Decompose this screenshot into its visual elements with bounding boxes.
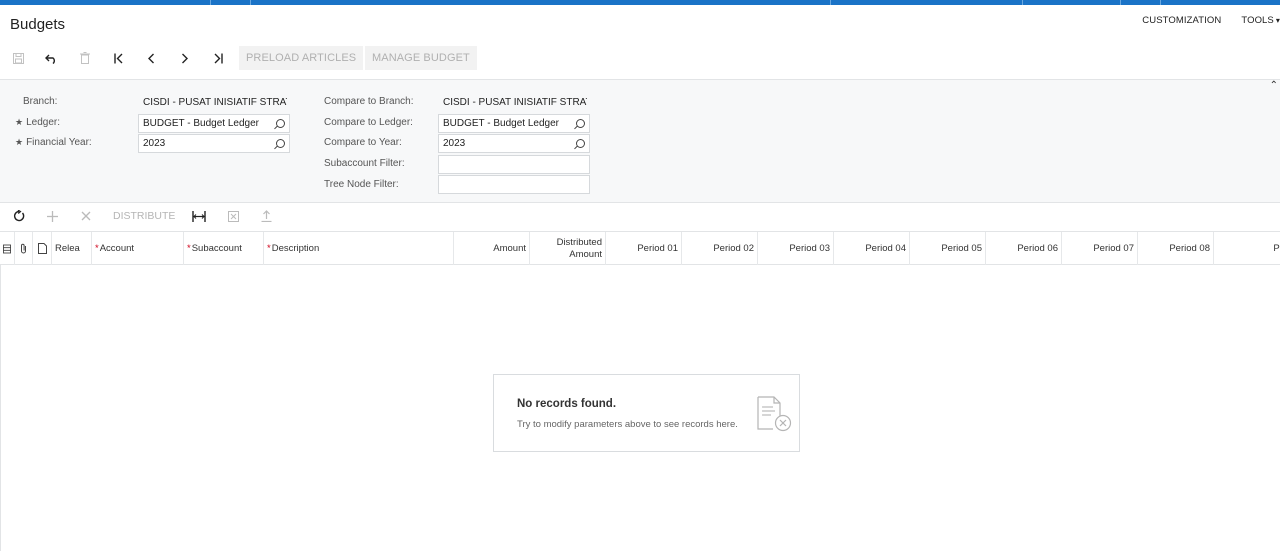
ledger-value: BUDGET - Budget Ledger xyxy=(143,118,259,129)
column-account-label: Account xyxy=(99,243,135,254)
branch-value: CISDI - PUSAT INISIATIF STRATEGIS xyxy=(143,97,287,108)
column-period-02[interactable]: Period 02 xyxy=(682,232,758,265)
main-toolbar: PRELOAD ARTICLES MANAGE BUDGET xyxy=(0,46,1280,70)
column-period-06-label: Period 06 xyxy=(1017,243,1058,254)
search-icon[interactable] xyxy=(576,119,585,128)
fit-columns-icon[interactable] xyxy=(190,205,208,227)
column-released-label: Relea xyxy=(55,243,80,254)
customization-menu[interactable]: CUSTOMIZATION xyxy=(1142,15,1221,26)
previous-record-icon[interactable] xyxy=(140,46,162,70)
column-period-09[interactable]: Period 09 xyxy=(1214,232,1280,265)
compare-ledger-value: BUDGET - Budget Ledger xyxy=(443,118,559,129)
grid-toolbar: DISTRIBUTE xyxy=(0,205,1280,227)
required-marker: ★ xyxy=(15,137,24,147)
column-period-01-label: Period 01 xyxy=(637,243,678,254)
column-description-label: Description xyxy=(271,243,320,254)
subaccount-filter-label: Subaccount Filter: xyxy=(324,158,405,169)
financial-year-label-text: Financial Year: xyxy=(26,137,92,148)
undo-icon[interactable] xyxy=(40,46,62,70)
column-period-03[interactable]: Period 03 xyxy=(758,232,834,265)
summary-form: Branch: CISDI - PUSAT INISIATIF STRATEGI… xyxy=(0,79,1280,203)
column-period-07-label: Period 07 xyxy=(1093,243,1134,254)
empty-document-icon xyxy=(757,396,792,432)
compare-year-field[interactable]: 2023 xyxy=(438,134,590,153)
column-period-08-label: Period 08 xyxy=(1169,243,1210,254)
branch-label: Branch: xyxy=(23,96,58,107)
column-description[interactable]: * Description xyxy=(264,232,454,265)
upload-icon[interactable] xyxy=(257,205,275,227)
column-account[interactable]: * Account xyxy=(92,232,184,265)
column-period-08[interactable]: Period 08 xyxy=(1138,232,1214,265)
tools-menu[interactable]: TOOLS ▾ xyxy=(1241,15,1280,26)
column-subaccount[interactable]: * Subaccount xyxy=(184,232,264,265)
compare-ledger-label: Compare to Ledger: xyxy=(324,117,413,128)
compare-branch-value: CISDI - PUSAT INISIATIF STRATEGIS xyxy=(443,97,587,108)
ledger-field[interactable]: BUDGET - Budget Ledger xyxy=(138,114,290,133)
attachment-icon[interactable] xyxy=(15,232,33,265)
note-icon[interactable] xyxy=(33,232,52,265)
column-amount[interactable]: Amount xyxy=(454,232,530,265)
financial-year-value: 2023 xyxy=(143,138,166,149)
export-excel-icon[interactable] xyxy=(224,205,242,227)
grid-left-border xyxy=(0,265,1,551)
compare-branch-label: Compare to Branch: xyxy=(324,96,414,107)
tree-node-filter-label: Tree Node Filter: xyxy=(324,179,399,190)
required-marker: * xyxy=(95,243,99,254)
column-distributed-amount[interactable]: Distributed Amount xyxy=(530,232,606,265)
top-accent-bar xyxy=(0,0,1280,5)
required-marker: ★ xyxy=(15,117,24,127)
column-period-05-label: Period 05 xyxy=(941,243,982,254)
refresh-icon[interactable] xyxy=(10,205,28,227)
financial-year-field[interactable]: 2023 xyxy=(138,134,290,153)
column-distributed-amount-label: Distributed Amount xyxy=(556,236,602,260)
column-period-09-label: Period 09 xyxy=(1273,243,1280,254)
ledger-label-text: Ledger: xyxy=(26,117,60,128)
column-period-04[interactable]: Period 04 xyxy=(834,232,910,265)
chevron-down-icon: ▾ xyxy=(1275,16,1280,25)
required-marker: * xyxy=(267,243,271,254)
search-icon[interactable] xyxy=(276,119,285,128)
column-period-04-label: Period 04 xyxy=(865,243,906,254)
ledger-label: ★ Ledger: xyxy=(15,117,60,128)
no-records-panel: No records found. Try to modify paramete… xyxy=(493,374,800,452)
add-row-icon[interactable] xyxy=(43,205,61,227)
row-selector-icon[interactable] xyxy=(0,232,15,265)
column-period-03-label: Period 03 xyxy=(789,243,830,254)
collapse-caret-icon[interactable]: ⌃ xyxy=(1270,80,1278,91)
page-title: Budgets xyxy=(10,16,66,33)
compare-ledger-field[interactable]: BUDGET - Budget Ledger xyxy=(438,114,590,133)
search-icon[interactable] xyxy=(276,139,285,148)
column-released[interactable]: Relea xyxy=(52,232,92,265)
financial-year-label: ★ Financial Year: xyxy=(15,137,92,148)
distribute-button[interactable]: DISTRIBUTE xyxy=(113,205,175,227)
column-amount-label: Amount xyxy=(493,243,526,254)
compare-year-value: 2023 xyxy=(443,138,466,149)
column-period-07[interactable]: Period 07 xyxy=(1062,232,1138,265)
column-period-01[interactable]: Period 01 xyxy=(606,232,682,265)
required-marker: * xyxy=(187,243,191,254)
no-records-title: No records found. xyxy=(517,398,617,410)
preload-articles-button[interactable]: PRELOAD ARTICLES xyxy=(239,46,364,70)
compare-year-label: Compare to Year: xyxy=(324,137,402,148)
tools-label: TOOLS xyxy=(1241,15,1274,26)
column-period-02-label: Period 02 xyxy=(713,243,754,254)
last-record-icon[interactable] xyxy=(207,46,229,70)
delete-icon[interactable] xyxy=(74,46,96,70)
column-subaccount-label: Subaccount xyxy=(191,243,242,254)
no-records-subtitle: Try to modify parameters above to see re… xyxy=(517,419,738,430)
first-record-icon[interactable] xyxy=(107,46,129,70)
next-record-icon[interactable] xyxy=(174,46,196,70)
grid-header: Relea * Account * Subaccount * Description … xyxy=(0,231,1280,265)
search-icon[interactable] xyxy=(576,139,585,148)
column-period-06[interactable]: Period 06 xyxy=(986,232,1062,265)
manage-budget-button[interactable]: MANAGE BUDGET xyxy=(365,46,477,70)
save-icon[interactable] xyxy=(7,46,29,70)
header-links: CUSTOMIZATION TOOLS ▾ xyxy=(1142,15,1280,26)
column-period-05[interactable]: Period 05 xyxy=(910,232,986,265)
subaccount-filter-input[interactable] xyxy=(438,155,590,174)
tree-node-filter-input[interactable] xyxy=(438,175,590,194)
delete-row-icon[interactable] xyxy=(77,205,95,227)
